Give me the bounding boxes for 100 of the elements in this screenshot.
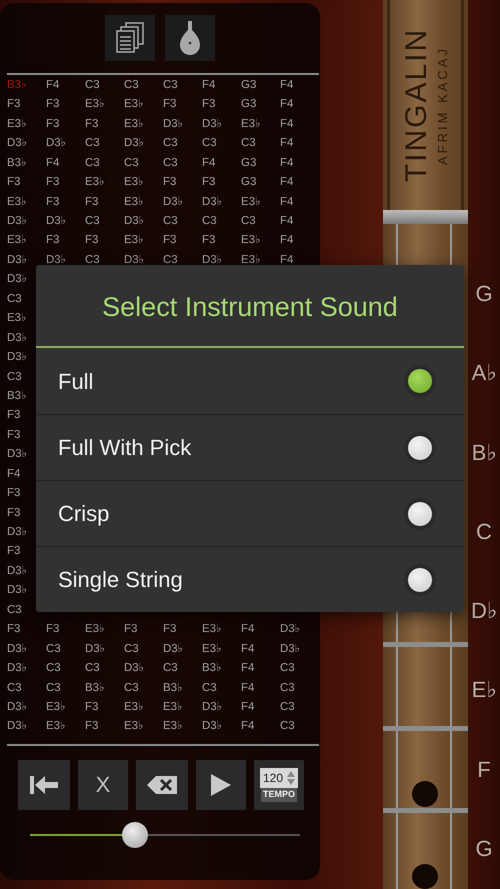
note-cell-text: C3	[46, 644, 62, 656]
backspace-button[interactable]	[136, 760, 188, 810]
documents-icon-button[interactable]	[105, 15, 155, 61]
option-label: Single String	[58, 566, 183, 594]
note-cell-text: D3♭	[7, 449, 29, 461]
note-cell-text: F3	[46, 235, 60, 247]
note-label: G	[475, 281, 493, 306]
note-cell-text: C3	[163, 138, 179, 150]
play-button[interactable]	[196, 760, 246, 810]
note-label: F	[477, 756, 491, 782]
bar-left-arrow-icon	[29, 774, 59, 795]
sound-option[interactable]: Crisp	[36, 480, 464, 546]
note-cell-text: F4	[241, 663, 256, 675]
note-cell-text: D3♭	[280, 624, 302, 636]
note-cell-text: C3	[85, 158, 101, 170]
radio-button[interactable]	[408, 502, 432, 526]
note-cell-text: F3	[85, 702, 100, 714]
note-cell-text: B3♭	[202, 663, 224, 675]
note-cell-text: F4	[241, 721, 256, 733]
note-cell-text: F4	[280, 196, 294, 208]
note-cell-text: F3	[202, 177, 216, 189]
note-cell-text: C3	[124, 682, 140, 694]
note-cell-text: F4	[241, 702, 256, 714]
jump-to-start-button[interactable]	[18, 760, 70, 810]
note-cell-text: E3♭	[46, 721, 68, 733]
lute-icon-button[interactable]	[165, 15, 215, 61]
note-cell-text: F3	[85, 235, 100, 247]
note-cell-text: C3	[241, 216, 257, 228]
radio-button[interactable]	[408, 369, 432, 394]
note-cell-text: F4	[280, 254, 294, 266]
note-cell-text: G3	[241, 158, 258, 170]
note-cell-text: C3	[241, 138, 257, 150]
tempo-button[interactable]: 120 TEMPO	[254, 760, 304, 810]
note-cell-text: F4	[280, 235, 294, 247]
note-cell-text: C3	[124, 158, 140, 170]
note-cell-text: C3	[85, 216, 101, 228]
sound-option[interactable]: Single String	[36, 546, 464, 612]
note-cell-text: E3♭	[241, 196, 262, 208]
note-cell-text: F3	[85, 196, 100, 208]
note-cell-text: C3	[163, 158, 179, 170]
lute-icon	[180, 21, 200, 55]
note-cell-text: C3	[280, 702, 296, 714]
note-cell-text: C3	[7, 294, 23, 306]
note-cell-text: E3♭	[202, 644, 224, 656]
note-cell-text: F3	[202, 235, 216, 247]
note-cell-text: E3♭	[241, 235, 262, 247]
note-label: B♭	[472, 440, 496, 464]
note-cell-text: D3♭	[202, 702, 224, 714]
clear-button[interactable]: X	[78, 760, 128, 810]
note-cell-text: C3	[124, 80, 140, 92]
note-cell-text: F3	[163, 624, 178, 636]
sound-hole	[412, 864, 438, 889]
note-cell-text: E3♭	[124, 99, 146, 111]
note-cell-text: C3	[46, 663, 62, 675]
radio-button[interactable]	[408, 568, 432, 592]
note-cell-text: C3	[7, 372, 23, 384]
note-cell-text: F3	[163, 235, 178, 247]
note-cell-text: E3♭	[124, 721, 146, 733]
note-cell-text: F3	[46, 624, 60, 636]
note-cell-text: D3♭	[7, 138, 29, 150]
sound-hole	[412, 781, 438, 807]
note-cell-text: E3♭	[7, 118, 28, 130]
sound-option[interactable]: Full With Pick	[36, 414, 464, 480]
note-cell-text: E3♭	[124, 118, 146, 130]
note-cell-text: D3♭	[7, 254, 29, 266]
note-cell-text: D3♭	[124, 663, 146, 675]
note-label: D♭	[471, 598, 497, 623]
backspace-icon	[146, 774, 178, 795]
note-cell-text: D3♭	[124, 254, 146, 266]
radio-button[interactable]	[408, 436, 432, 460]
play-icon	[210, 772, 232, 797]
note-cell-text: F4	[241, 624, 256, 636]
brand-text: TINGALIN	[402, 28, 432, 182]
note-cell-text: F3	[7, 177, 22, 189]
note-cell-text: F4	[7, 468, 22, 480]
note-cell-text: E3♭	[46, 702, 68, 714]
option-label: Full With Pick	[58, 434, 192, 462]
note-cell-text: F4	[280, 177, 294, 189]
slider-thumb[interactable]	[122, 822, 148, 848]
sound-option[interactable]: Full	[36, 348, 464, 414]
note-cell-text: D3♭	[7, 352, 29, 364]
note-label: G	[475, 836, 493, 861]
note-cell-text: F4	[280, 158, 294, 170]
note-cell-text: F4	[202, 158, 216, 170]
note-cell-text: E3♭	[241, 118, 262, 130]
note-cell-text: C3	[7, 682, 23, 694]
note-cell-text: B3♭	[7, 390, 28, 402]
note-cell-text: D3♭	[7, 644, 29, 656]
note-cell-text: F4	[280, 118, 294, 130]
tempo-label: TEMPO	[260, 788, 297, 802]
note-cell-text: F3	[46, 118, 60, 130]
note-cell-text: D3♭	[7, 585, 29, 597]
note-cell-text: D3♭	[280, 644, 302, 656]
documents-icon	[115, 22, 145, 54]
note-cell-text: D3♭	[7, 274, 29, 286]
note-cell-text: F4	[46, 80, 60, 92]
note-cell-text: C3	[46, 682, 62, 694]
note-cell-text: E3♭	[85, 177, 106, 189]
note-cell-text: E3♭	[124, 177, 146, 189]
volume-slider[interactable]	[30, 822, 300, 848]
